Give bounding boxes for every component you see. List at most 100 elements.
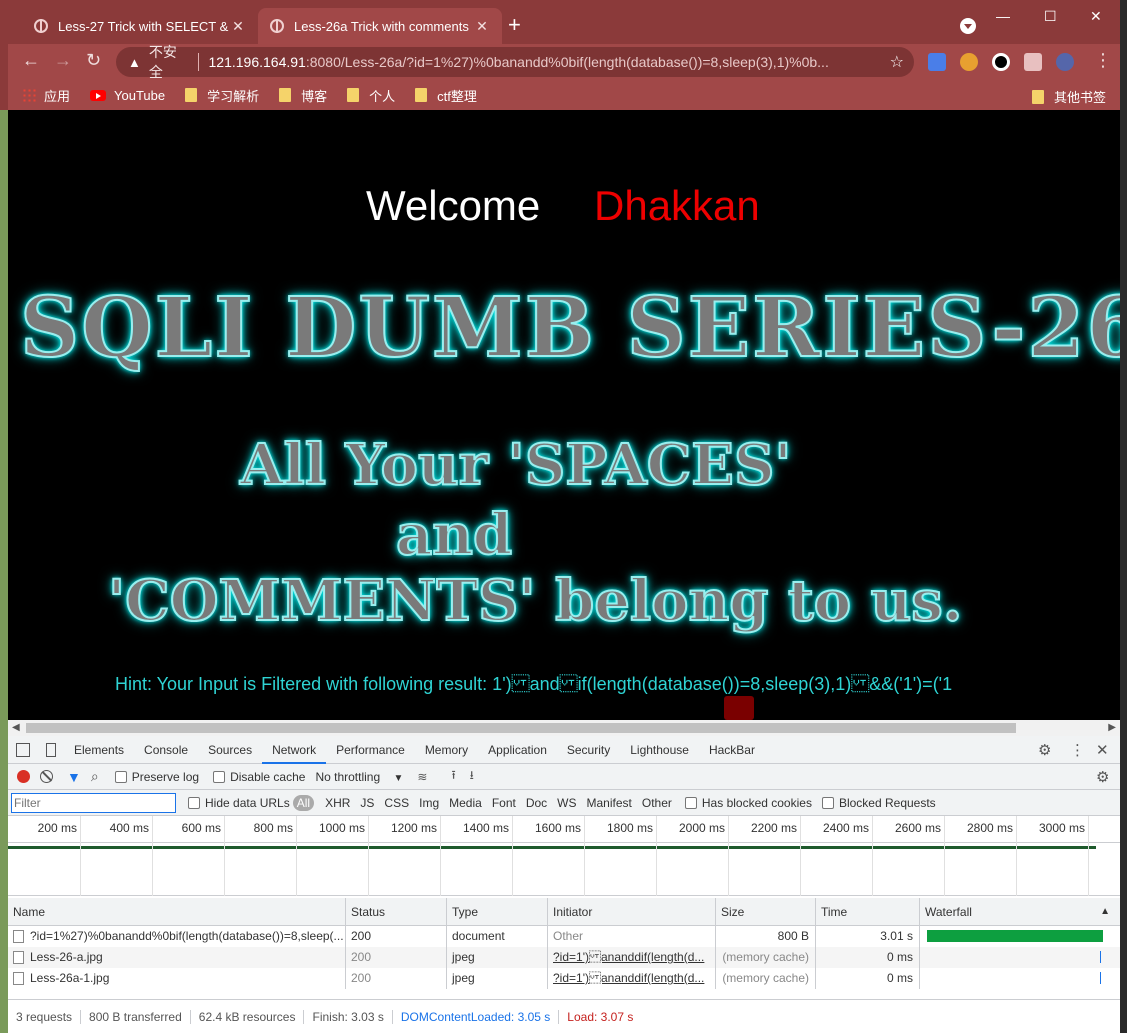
close-window-button[interactable]: ✕ bbox=[1090, 8, 1102, 25]
new-tab-button[interactable]: + bbox=[508, 14, 521, 36]
cell-waterfall bbox=[919, 947, 1120, 968]
col-type[interactable]: Type bbox=[446, 898, 547, 926]
timeline-tick: 1400 ms bbox=[463, 816, 513, 896]
bookmark-apps[interactable]: 应用 bbox=[22, 86, 70, 105]
translate-extension-icon[interactable] bbox=[928, 53, 946, 71]
table-row[interactable]: Less-26-a.jpg 200 jpeg ?id=1') ananddif(… bbox=[8, 947, 1120, 968]
search-icon[interactable]: ⌕ bbox=[91, 768, 99, 785]
filter-css[interactable]: CSS bbox=[379, 796, 414, 810]
puzzle-icon[interactable] bbox=[1024, 53, 1042, 71]
close-icon[interactable]: ✕ bbox=[474, 18, 490, 35]
bookmark-folder[interactable]: ctf整理 bbox=[415, 86, 477, 105]
filter-font[interactable]: Font bbox=[487, 796, 521, 810]
filter-input[interactable] bbox=[11, 792, 176, 813]
wifi-icon[interactable]: ≋ bbox=[417, 770, 427, 784]
disable-cache-checkbox[interactable] bbox=[213, 770, 226, 783]
tab-memory[interactable]: Memory bbox=[415, 736, 478, 764]
filter-ws[interactable]: WS bbox=[552, 796, 581, 810]
tab-console[interactable]: Console bbox=[134, 736, 198, 764]
table-row[interactable]: ?id=1%27)%0banandd%0bif(length(database(… bbox=[8, 926, 1120, 947]
preserve-log-checkbox[interactable] bbox=[114, 770, 127, 783]
filter-js[interactable]: JS bbox=[355, 796, 379, 810]
menu-icon[interactable]: ⋮ bbox=[1094, 50, 1112, 71]
horizontal-scrollbar[interactable]: ◀ ▶ bbox=[8, 720, 1120, 736]
reload-icon[interactable]: ↻ bbox=[86, 50, 101, 71]
more-icon[interactable]: ⋮ bbox=[1070, 741, 1085, 759]
forward-icon[interactable]: → bbox=[54, 50, 72, 71]
filter-other[interactable]: Other bbox=[637, 796, 677, 810]
download-icon[interactable]: ⭳ bbox=[470, 766, 474, 787]
folder-icon bbox=[185, 88, 198, 102]
circle-extension-icon[interactable] bbox=[992, 53, 1010, 71]
filter-img[interactable]: Img bbox=[414, 796, 444, 810]
tab-less-27[interactable]: Less-27 Trick with SELECT & U ✕ bbox=[22, 8, 258, 44]
filter-media[interactable]: Media bbox=[444, 796, 487, 810]
other-bookmarks[interactable]: 其他书签 bbox=[1031, 87, 1106, 106]
tab-sources[interactable]: Sources bbox=[198, 736, 262, 764]
network-overview[interactable]: 200 ms 400 ms 600 ms 800 ms 1000 ms 1200 ms 14… bbox=[8, 816, 1120, 896]
timeline-tick: 2600 ms bbox=[895, 816, 945, 896]
filter-all[interactable]: All bbox=[292, 794, 315, 811]
back-icon[interactable]: ← bbox=[22, 50, 40, 71]
blocked-cookies-checkbox[interactable] bbox=[684, 796, 697, 809]
cell-initiator-link[interactable]: ?id=1') ananddif(length(d... bbox=[547, 947, 715, 968]
tab-hackbar[interactable]: HackBar bbox=[699, 736, 765, 764]
record-icon[interactable] bbox=[17, 770, 30, 783]
table-row[interactable]: Less-26a-1.jpg 200 jpeg ?id=1') ananddif… bbox=[8, 968, 1120, 989]
tab-network[interactable]: Network bbox=[262, 736, 327, 764]
address-bar[interactable]: ▲ 不安全 121.196.164.91 :8080/Less-26a/?id=… bbox=[116, 44, 914, 80]
clear-icon[interactable] bbox=[40, 770, 53, 783]
upload-icon[interactable]: ⭱ bbox=[451, 766, 455, 787]
tab-security[interactable]: Security bbox=[557, 736, 620, 764]
device-toolbar-icon[interactable] bbox=[46, 742, 56, 757]
scroll-left-icon[interactable]: ◀ bbox=[12, 722, 20, 733]
gear-icon[interactable]: ⚙ bbox=[1096, 768, 1109, 786]
bookmark-label: 学习解析 bbox=[207, 88, 260, 104]
col-time[interactable]: Time bbox=[815, 898, 919, 926]
filter-icon[interactable]: ▼ bbox=[67, 769, 81, 785]
col-status[interactable]: Status bbox=[345, 898, 446, 926]
bookmark-star-icon[interactable]: ☆ bbox=[890, 52, 904, 72]
tab-elements[interactable]: Elements bbox=[64, 736, 134, 764]
cell-time: 0 ms bbox=[815, 947, 919, 968]
url-path: :8080/Less-26a/?id=1%27)%0banandd%0bif(l… bbox=[305, 54, 829, 70]
col-size[interactable]: Size bbox=[715, 898, 815, 926]
filter-doc[interactable]: Doc bbox=[521, 796, 552, 810]
tab-performance[interactable]: Performance bbox=[326, 736, 415, 764]
cell-size: (memory cache) bbox=[715, 947, 815, 968]
close-icon[interactable]: ✕ bbox=[1096, 741, 1109, 759]
bookmark-folder[interactable]: 个人 bbox=[347, 86, 395, 105]
hide-data-urls-checkbox[interactable] bbox=[188, 796, 200, 809]
maximize-button[interactable]: ☐ bbox=[1044, 8, 1057, 25]
tab-label: Less-27 Trick with SELECT & U bbox=[58, 18, 230, 34]
timeline-tick-label: 1600 ms bbox=[534, 821, 581, 835]
throttling-value: No throttling bbox=[315, 769, 381, 784]
tab-application[interactable]: Application bbox=[478, 736, 557, 764]
filter-manifest[interactable]: Manifest bbox=[582, 796, 637, 810]
scroll-right-icon[interactable]: ▶ bbox=[1108, 722, 1116, 733]
close-icon[interactable]: ✕ bbox=[230, 18, 246, 35]
tab-lighthouse[interactable]: Lighthouse bbox=[620, 736, 699, 764]
minimize-button[interactable]: — bbox=[996, 8, 1010, 24]
timeline-tick-label: 2400 ms bbox=[822, 821, 869, 835]
search-button[interactable] bbox=[724, 696, 754, 720]
col-waterfall[interactable]: Waterfall ▲ bbox=[919, 898, 1120, 926]
load-time: Load: 3.07 s bbox=[567, 1009, 634, 1024]
bookmark-youtube[interactable]: YouTube bbox=[90, 88, 165, 103]
scrollbar-thumb[interactable] bbox=[26, 723, 1016, 733]
tab-less-26a[interactable]: Less-26a Trick with comments ✕ bbox=[258, 8, 502, 44]
avatar[interactable] bbox=[1056, 53, 1074, 71]
bookmark-folder[interactable]: 博客 bbox=[279, 86, 327, 105]
tab-search-icon[interactable] bbox=[960, 18, 976, 34]
col-name[interactable]: Name bbox=[8, 898, 345, 926]
logo-line-3: 'COMMENTS' belong to us. bbox=[107, 567, 963, 635]
gear-icon[interactable]: ⚙ bbox=[1038, 741, 1051, 759]
blocked-requests-checkbox[interactable] bbox=[821, 796, 834, 809]
col-initiator[interactable]: Initiator bbox=[547, 898, 715, 926]
owl-extension-icon[interactable] bbox=[960, 53, 978, 71]
filter-xhr[interactable]: XHR bbox=[320, 796, 355, 810]
throttling-select[interactable]: No throttling ▼ bbox=[315, 770, 403, 784]
cell-initiator-link[interactable]: ?id=1') ananddif(length(d... bbox=[547, 968, 715, 989]
inspect-icon[interactable] bbox=[16, 742, 30, 757]
bookmark-folder[interactable]: 学习解析 bbox=[185, 86, 259, 105]
